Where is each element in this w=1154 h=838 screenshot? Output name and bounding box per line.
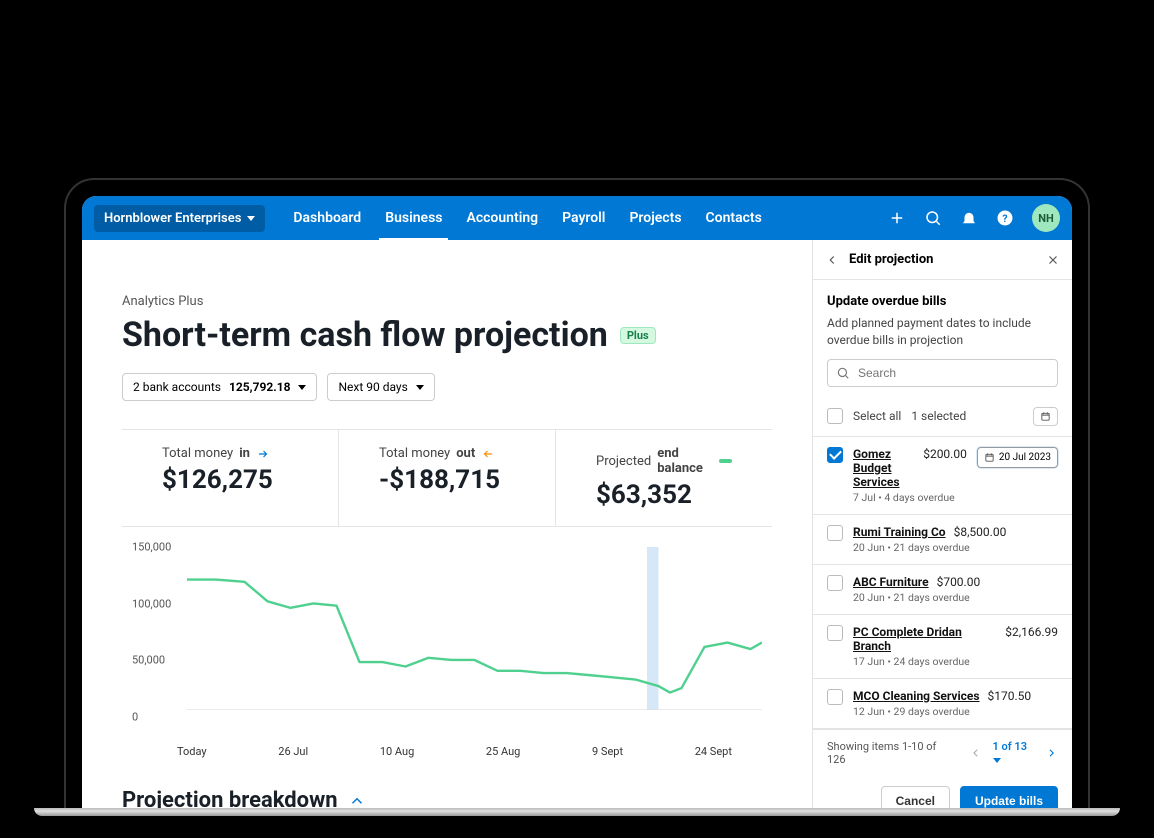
bill-row: MCO Cleaning Services $170.50 12 Jun • 29 … [813,679,1072,729]
bulk-date-picker[interactable] [1033,407,1058,426]
chevron-up-icon [348,792,366,809]
bill-vendor-link[interactable]: MCO Cleaning Services [853,689,980,703]
bill-checkbox[interactable] [827,689,843,705]
pager-page-select[interactable]: 1 of 13 [993,740,1035,766]
chart-x-tick: 25 Aug [486,745,520,758]
help-icon[interactable]: ? [996,209,1014,227]
nav-accounting[interactable]: Accounting [454,196,550,240]
bill-amount: $2,166.99 [1005,625,1058,639]
bill-vendor-link[interactable]: PC Complete Dridan Branch [853,625,997,653]
selected-count: 1 selected [911,409,966,423]
chevron-down-icon [416,385,424,390]
pager-next-icon[interactable] [1045,746,1058,760]
nav-payroll[interactable]: Payroll [550,196,617,240]
close-icon[interactable] [1046,253,1060,267]
chart-x-tick: 26 Jul [278,745,308,758]
metric-money-out: Total money out -$188,715 [339,430,556,526]
bill-row: ABC Furniture $700.00 20 Jun • 21 days ove… [813,565,1072,615]
chart-y-tick: 100,000 [132,597,171,610]
bill-vendor-link[interactable]: Gomez Budget Services [853,447,915,489]
search-icon[interactable] [924,209,942,227]
select-all-checkbox[interactable] [827,408,843,424]
bill-row: Rumi Training Co $8,500.00 20 Jun • 21 day… [813,515,1072,565]
breadcrumb: Analytics Plus [122,294,772,309]
laptop-base-decoration [34,808,1120,816]
search-input-wrapper [827,359,1058,387]
bill-vendor-link[interactable]: Rumi Training Co [853,525,946,539]
chart-y-tick: 0 [132,711,138,724]
chart-y-tick: 150,000 [132,541,171,554]
avatar[interactable]: NH [1032,204,1060,232]
chart-x-tick: 9 Sept [592,745,623,758]
bill-amount: $200.00 [923,447,967,461]
plus-badge: Plus [620,327,656,344]
back-arrow-icon[interactable] [825,253,839,267]
search-input[interactable] [858,366,1049,380]
chart-x-tick: 24 Sept [695,745,732,758]
top-nav-bar: Hornblower Enterprises DashboardBusiness… [82,196,1072,240]
bill-amount: $700.00 [937,575,981,589]
chart-x-tick: Today [177,745,207,758]
nav-projects[interactable]: Projects [617,196,693,240]
bill-overdue-text: 7 Jul • 4 days overdue [853,491,967,504]
projection-breakdown-toggle[interactable]: Projection breakdown [122,788,772,808]
metric-end-balance: Projected end balance $63,352 [556,430,772,526]
page-title: Short-term cash flow projection Plus [122,315,772,355]
panel-title: Edit projection [849,252,1036,267]
bill-vendor-link[interactable]: ABC Furniture [853,575,929,589]
calendar-icon [984,452,995,463]
chart-x-tick: 10 Aug [380,745,414,758]
bill-overdue-text: 17 Jun • 24 days overdue [853,655,1058,668]
chevron-down-icon [298,385,306,390]
bill-overdue-text: 12 Jun • 29 days overdue [853,705,1058,718]
update-bills-button[interactable]: Update bills [960,786,1058,808]
bill-overdue-text: 20 Jun • 21 days overdue [853,541,1058,554]
org-name: Hornblower Enterprises [104,211,241,226]
bank-accounts-filter[interactable]: 2 bank accounts 125,792.18 [122,373,317,401]
bill-overdue-text: 20 Jun • 21 days overdue [853,591,1058,604]
nav-business[interactable]: Business [373,196,454,240]
nav-dashboard[interactable]: Dashboard [281,196,373,240]
bell-icon[interactable] [960,209,978,227]
svg-text:?: ? [1002,212,1007,225]
cash-flow-chart: 150,000100,00050,0000 [132,547,762,737]
bill-checkbox[interactable] [827,575,843,591]
chevron-down-icon [247,216,255,221]
nav-contacts[interactable]: Contacts [694,196,774,240]
metric-money-in: Total money in $126,275 [122,430,339,526]
bill-amount: $8,500.00 [954,525,1007,539]
pager-prev-icon[interactable] [969,746,982,760]
bill-row: Gomez Budget Services $200.00 7 Jul • 4 da… [813,437,1072,515]
select-all-label: Select all [853,409,901,423]
plus-icon[interactable] [888,209,906,227]
bill-checkbox[interactable] [827,447,843,463]
panel-description: Add planned payment dates to include ove… [827,315,1058,349]
chevron-down-icon [993,758,1001,763]
panel-subtitle: Update overdue bills [827,294,1058,309]
bill-checkbox[interactable] [827,625,843,641]
end-balance-dot-icon [719,459,732,463]
bill-amount: $170.50 [988,689,1032,703]
calendar-icon [1040,411,1051,422]
bill-checkbox[interactable] [827,525,843,541]
bill-row: PC Complete Dridan Branch $2,166.99 17 Jun… [813,615,1072,679]
bill-date-picker[interactable]: 20 Jul 2023 [977,447,1058,468]
edit-projection-panel: Edit projection Update overdue bills Add… [812,240,1072,808]
arrow-out-icon [481,447,495,461]
date-range-filter[interactable]: Next 90 days [327,373,434,401]
search-icon [836,366,850,380]
arrow-in-icon [256,447,270,461]
cancel-button[interactable]: Cancel [881,786,950,808]
org-selector[interactable]: Hornblower Enterprises [94,205,265,232]
chart-y-tick: 50,000 [132,654,165,667]
pager-summary: Showing items 1-10 of 126 [827,740,949,766]
